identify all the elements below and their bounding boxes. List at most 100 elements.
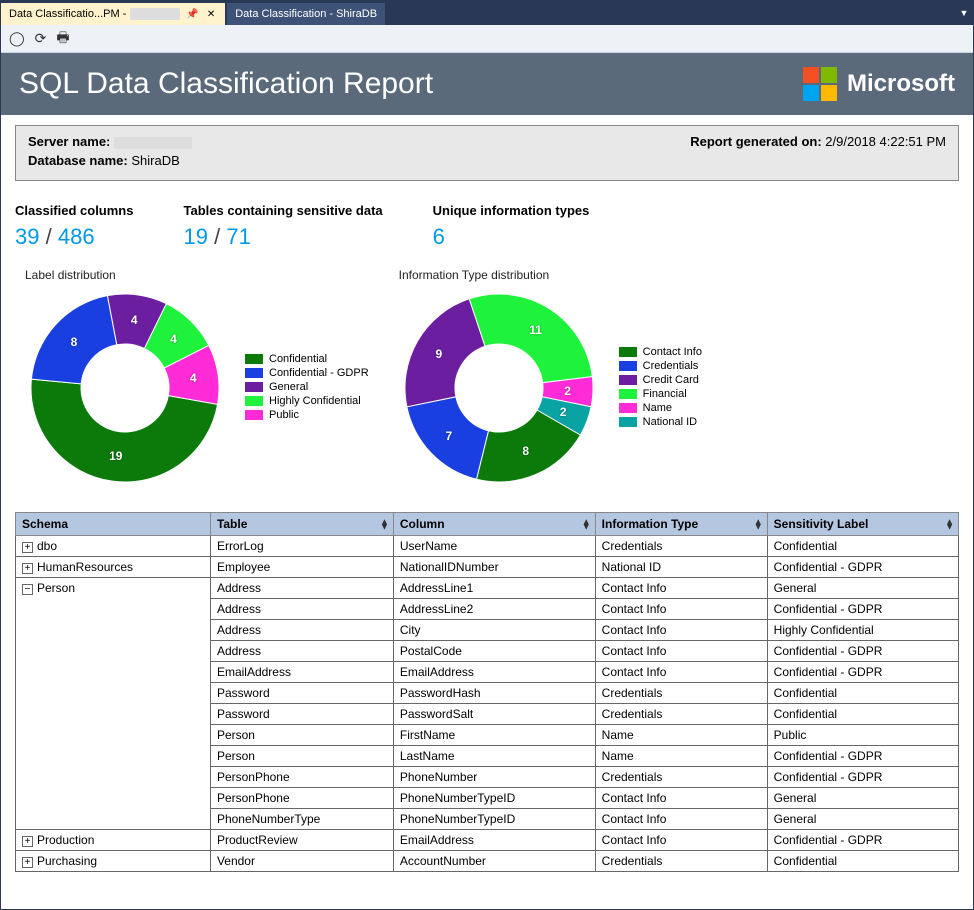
cell-info: Contact Info xyxy=(595,578,767,599)
cell-table: Person xyxy=(210,725,393,746)
microsoft-logo-icon xyxy=(803,67,837,101)
legend-label: Confidential - GDPR xyxy=(269,367,369,379)
column-header[interactable]: Table▲▼ xyxy=(210,513,393,536)
column-header[interactable]: Information Type▲▼ xyxy=(595,513,767,536)
sort-icon[interactable]: ▲▼ xyxy=(582,520,591,529)
slice-value: 9 xyxy=(436,347,443,361)
cell-table: ErrorLog xyxy=(210,536,393,557)
refresh-icon[interactable]: ⟳ xyxy=(35,30,47,47)
tab-inactive[interactable]: Data Classification - ShiraDB xyxy=(227,3,385,25)
stat-label: Tables containing sensitive data xyxy=(183,203,382,218)
stat-label: Classified columns xyxy=(15,203,133,218)
schema-cell: −Person xyxy=(16,578,211,830)
sort-icon[interactable]: ▲▼ xyxy=(945,520,954,529)
cell-table: Address xyxy=(210,641,393,662)
cell-label: Public xyxy=(767,725,958,746)
cell-column: AddressLine2 xyxy=(393,599,595,620)
cell-label: General xyxy=(767,578,958,599)
legend-item: General xyxy=(245,381,369,393)
column-header[interactable]: Column▲▼ xyxy=(393,513,595,536)
cell-table: Employee xyxy=(210,557,393,578)
summary-stats: Classified columns 39 / 486 Tables conta… xyxy=(15,203,959,250)
cell-table: Address xyxy=(210,578,393,599)
legend-label: Highly Confidential xyxy=(269,395,361,407)
cell-table: Person xyxy=(210,746,393,767)
cell-label: Confidential xyxy=(767,683,958,704)
legend-swatch xyxy=(245,354,263,364)
legend-item: Financial xyxy=(619,388,702,400)
table-row: +ProductionProductReviewEmailAddressCont… xyxy=(16,830,959,851)
report-toolbar: ◯ ⟳ 🖶 xyxy=(1,25,973,53)
slice-value: 4 xyxy=(170,332,177,346)
cell-label: Confidential - GDPR xyxy=(767,830,958,851)
database-name-value: ShiraDB xyxy=(131,153,179,168)
slice-value: 7 xyxy=(446,429,453,443)
cell-label: Confidential - GDPR xyxy=(767,767,958,788)
page-title: SQL Data Classification Report xyxy=(19,67,433,101)
back-icon[interactable]: ◯ xyxy=(9,30,25,47)
legend-swatch xyxy=(245,396,263,406)
expand-icon[interactable]: + xyxy=(22,563,33,574)
slice-value: 11 xyxy=(529,323,542,337)
cell-info: Credentials xyxy=(595,536,767,557)
legend-label: Public xyxy=(269,409,299,421)
cell-label: Confidential - GDPR xyxy=(767,557,958,578)
expand-icon[interactable]: + xyxy=(22,857,33,868)
close-icon[interactable]: ✕ xyxy=(205,9,217,20)
collapse-icon[interactable]: − xyxy=(22,584,33,595)
cell-label: Confidential - GDPR xyxy=(767,746,958,767)
cell-info: Credentials xyxy=(595,767,767,788)
expand-icon[interactable]: + xyxy=(22,542,33,553)
document-tabs: Data Classificatio...PM - xxxx 📌 ✕ Data … xyxy=(1,1,973,25)
cell-table: Vendor xyxy=(210,851,393,872)
column-header[interactable]: Schema xyxy=(16,513,211,536)
cell-table: PersonPhone xyxy=(210,788,393,809)
tab-redacted-text: xxxx xyxy=(130,8,180,20)
cell-table: ProductReview xyxy=(210,830,393,851)
legend-item: Confidential xyxy=(245,353,369,365)
column-header[interactable]: Sensitivity Label▲▼ xyxy=(767,513,958,536)
tab-overflow-dropdown[interactable]: ▼ xyxy=(955,1,973,25)
legend-label: Contact Info xyxy=(643,346,702,358)
cell-label: General xyxy=(767,788,958,809)
legend-swatch xyxy=(619,403,637,413)
cell-column: PasswordHash xyxy=(393,683,595,704)
cell-info: Contact Info xyxy=(595,830,767,851)
cell-label: Confidential xyxy=(767,704,958,725)
legend-item: Name xyxy=(619,402,702,414)
legend-item: Credit Card xyxy=(619,374,702,386)
stat-label: Unique information types xyxy=(433,203,590,218)
cell-table: Password xyxy=(210,704,393,725)
cell-label: Confidential xyxy=(767,536,958,557)
cell-info: Contact Info xyxy=(595,641,767,662)
report-metadata: Server name: xxxx Database name: ShiraDB… xyxy=(15,125,959,181)
table-row: +dboErrorLogUserNameCredentialsConfident… xyxy=(16,536,959,557)
generated-value: 2/9/2018 4:22:51 PM xyxy=(825,134,946,149)
pin-icon[interactable]: 📌 xyxy=(184,9,200,20)
tab-active[interactable]: Data Classificatio...PM - xxxx 📌 ✕ xyxy=(1,3,225,25)
sort-icon[interactable]: ▲▼ xyxy=(754,520,763,529)
legend-label: Credit Card xyxy=(643,374,699,386)
cell-column: EmailAddress xyxy=(393,830,595,851)
slice-value: 4 xyxy=(131,313,138,327)
tab-label: Data Classification - ShiraDB xyxy=(235,8,377,20)
cell-info: Contact Info xyxy=(595,788,767,809)
print-icon[interactable]: 🖶 xyxy=(56,27,69,51)
legend-swatch xyxy=(619,417,637,427)
cell-table: PhoneNumberType xyxy=(210,809,393,830)
legend-item: Confidential - GDPR xyxy=(245,367,369,379)
slice-value: 4 xyxy=(190,371,197,385)
legend-item: Credentials xyxy=(619,360,702,372)
cell-info: National ID xyxy=(595,557,767,578)
schema-cell: +Purchasing xyxy=(16,851,211,872)
expand-icon[interactable]: + xyxy=(22,836,33,847)
report-content: Server name: xxxx Database name: ShiraDB… xyxy=(1,115,973,909)
donut-chart: 8791122 xyxy=(399,288,599,488)
sort-icon[interactable]: ▲▼ xyxy=(380,520,389,529)
slice-value: 19 xyxy=(109,449,122,463)
cell-column: PhoneNumber xyxy=(393,767,595,788)
cell-column: AccountNumber xyxy=(393,851,595,872)
legend-label: National ID xyxy=(643,416,697,428)
database-name-label: Database name: xyxy=(28,153,128,168)
classification-table: SchemaTable▲▼Column▲▼Information Type▲▼S… xyxy=(15,512,959,872)
